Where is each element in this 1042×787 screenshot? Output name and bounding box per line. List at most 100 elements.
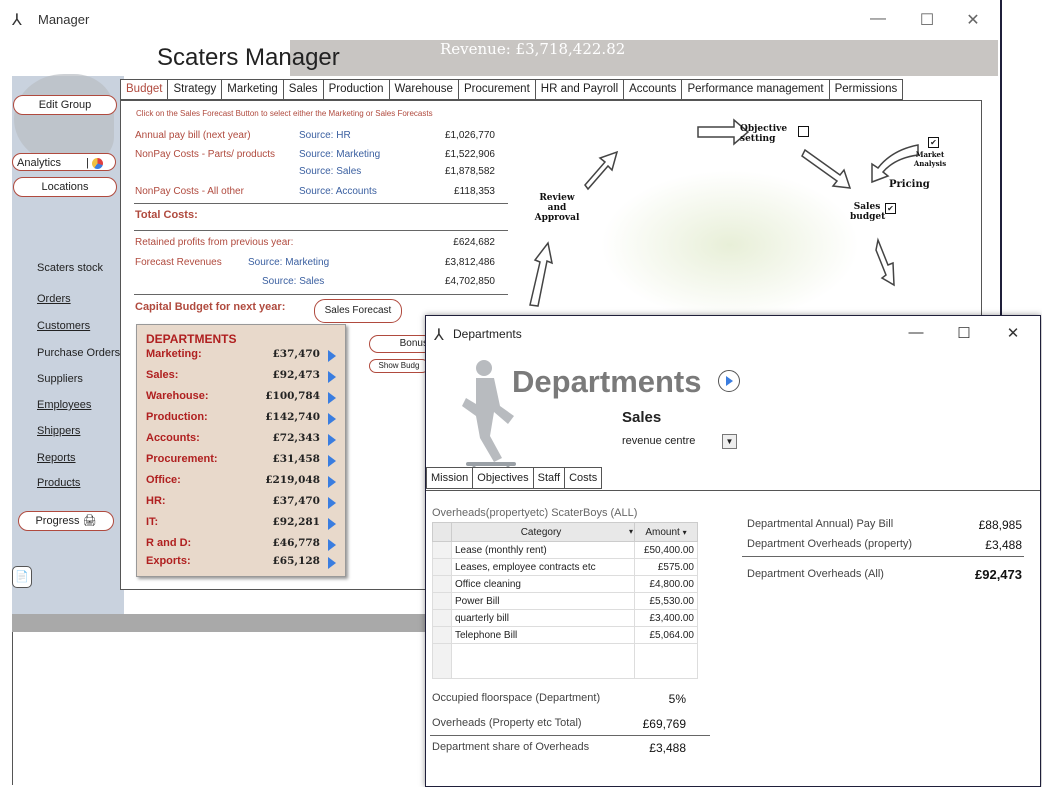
- tab-performance[interactable]: Performance management: [682, 79, 830, 100]
- nav-employees[interactable]: Employees: [37, 399, 91, 411]
- dept-row-production[interactable]: Production: £142,740: [146, 411, 342, 431]
- amount-cell[interactable]: £4,800.00: [634, 575, 698, 593]
- play-arrow-icon[interactable]: [328, 371, 336, 383]
- nav-purchase-orders[interactable]: Purchase Orders: [37, 347, 120, 359]
- departments-window-title: Departments: [453, 327, 522, 341]
- table-row[interactable]: Power Bill £5,530.00: [432, 592, 698, 610]
- tab-marketing[interactable]: Marketing: [222, 79, 284, 100]
- dept-row-hr[interactable]: HR: £37,470: [146, 495, 342, 515]
- row-selector[interactable]: [432, 609, 452, 627]
- category-cell[interactable]: Power Bill: [451, 592, 635, 610]
- tab-hr-payroll[interactable]: HR and Payroll: [535, 79, 625, 100]
- retained-label: Retained profits from previous year:: [135, 237, 294, 248]
- row-selector[interactable]: [432, 592, 452, 610]
- minimize-button[interactable]: —: [863, 10, 893, 28]
- dept-row-accounts[interactable]: Accounts: £72,343: [146, 432, 342, 452]
- progress-button[interactable]: Progress 🖨: [18, 511, 114, 531]
- play-arrow-icon[interactable]: [328, 497, 336, 509]
- bonus-button[interactable]: Bonus: [369, 335, 433, 353]
- table-row[interactable]: Lease (monthly rent) £50,400.00: [432, 541, 698, 559]
- dept-row-warehouse[interactable]: Warehouse: £100,784: [146, 390, 342, 410]
- sales-forecast-button[interactable]: Sales Forecast: [314, 299, 402, 323]
- amount-cell[interactable]: £575.00: [634, 558, 698, 576]
- dept-row-marketing[interactable]: Marketing: £37,470: [146, 348, 342, 368]
- edit-group-button[interactable]: Edit Group: [13, 95, 117, 115]
- play-arrow-icon[interactable]: [328, 350, 336, 362]
- notes-icon[interactable]: 📄: [12, 566, 32, 588]
- sales-budget-checkbox[interactable]: ✔: [885, 203, 896, 214]
- dept-row-exports[interactable]: Exports: £65,128: [146, 555, 342, 575]
- tab-permissions[interactable]: Permissions: [829, 79, 904, 100]
- category-cell[interactable]: Lease (monthly rent): [451, 541, 635, 559]
- grid-header-row: Category ▾ Amount ▾: [432, 522, 698, 542]
- row-selector: [432, 643, 452, 679]
- next-department-button[interactable]: [718, 370, 740, 392]
- tab-budget[interactable]: Budget: [120, 79, 169, 100]
- tab-procurement[interactable]: Procurement: [458, 79, 536, 100]
- amount-cell[interactable]: £5,064.00: [634, 626, 698, 644]
- dept-row-it[interactable]: IT: £92,281: [146, 516, 342, 536]
- objective-checkbox[interactable]: [798, 126, 809, 137]
- dept-row-r-and-d[interactable]: R and D: £46,778: [146, 537, 342, 557]
- category-column-header[interactable]: Category ▾: [451, 522, 635, 542]
- tab-mission[interactable]: Mission: [426, 467, 474, 489]
- tab-sales[interactable]: Sales: [283, 79, 324, 100]
- table-row[interactable]: Office cleaning £4,800.00: [432, 575, 698, 593]
- nav-reports[interactable]: Reports: [37, 452, 76, 464]
- play-arrow-icon[interactable]: [328, 539, 336, 551]
- table-row[interactable]: quarterly bill £3,400.00: [432, 609, 698, 627]
- table-row[interactable]: Leases, employee contracts etc £575.00: [432, 558, 698, 576]
- table-row[interactable]: Telephone Bill £5,064.00: [432, 626, 698, 644]
- empty-cell: [451, 643, 635, 679]
- analytics-button[interactable]: Analytics |: [12, 153, 116, 171]
- category-cell[interactable]: Office cleaning: [451, 575, 635, 593]
- tab-costs[interactable]: Costs: [564, 467, 603, 489]
- tab-staff[interactable]: Staff: [532, 467, 566, 489]
- maximize-button[interactable]: ☐: [912, 10, 942, 30]
- minimize-button[interactable]: —: [901, 324, 931, 341]
- nav-products[interactable]: Products: [37, 477, 80, 489]
- dept-value: £37,470: [272, 348, 321, 360]
- row-selector[interactable]: [432, 575, 452, 593]
- row-selector[interactable]: [432, 626, 452, 644]
- dept-row-procurement[interactable]: Procurement: £31,458: [146, 453, 342, 473]
- amount-header-label: Amount: [645, 526, 680, 538]
- row-selector[interactable]: [432, 541, 452, 559]
- tab-strategy[interactable]: Strategy: [168, 79, 223, 100]
- dept-row-sales[interactable]: Sales: £92,473: [146, 369, 342, 389]
- category-cell[interactable]: quarterly bill: [451, 609, 635, 627]
- nav-scaters-stock[interactable]: Scaters stock: [37, 262, 103, 274]
- tab-objectives[interactable]: Objectives: [472, 467, 534, 489]
- maximize-button[interactable]: ☐: [949, 324, 979, 342]
- nav-customers[interactable]: Customers: [37, 320, 90, 332]
- play-arrow-icon[interactable]: [328, 413, 336, 425]
- play-arrow-icon[interactable]: [328, 476, 336, 488]
- nav-orders[interactable]: Orders: [37, 293, 71, 305]
- dept-row-office[interactable]: Office: £219,048: [146, 474, 342, 494]
- category-cell[interactable]: Telephone Bill: [451, 626, 635, 644]
- play-arrow-icon[interactable]: [328, 434, 336, 446]
- amount-cell[interactable]: £3,400.00: [634, 609, 698, 627]
- amount-cell[interactable]: £50,400.00: [634, 541, 698, 559]
- category-cell[interactable]: Leases, employee contracts etc: [451, 558, 635, 576]
- amount-cell[interactable]: £5,530.00: [634, 592, 698, 610]
- tab-production[interactable]: Production: [323, 79, 390, 100]
- play-arrow-icon[interactable]: [328, 518, 336, 530]
- nav-suppliers[interactable]: Suppliers: [37, 373, 83, 385]
- play-arrow-icon[interactable]: [328, 455, 336, 467]
- chevron-down-icon[interactable]: ▾: [629, 527, 633, 536]
- play-arrow-icon[interactable]: [328, 557, 336, 569]
- amount-column-header[interactable]: Amount ▾: [634, 522, 698, 542]
- chevron-down-icon[interactable]: ▾: [683, 528, 687, 537]
- tab-accounts[interactable]: Accounts: [624, 79, 683, 100]
- market-analysis-checkbox[interactable]: ✔: [928, 137, 939, 148]
- department-type-dropdown[interactable]: ▼: [722, 434, 737, 449]
- tab-warehouse[interactable]: Warehouse: [389, 79, 459, 100]
- show-budget-button[interactable]: Show Budg: [369, 359, 429, 373]
- play-arrow-icon[interactable]: [328, 392, 336, 404]
- locations-button[interactable]: Locations: [13, 177, 117, 197]
- row-selector[interactable]: [432, 558, 452, 576]
- nav-shippers[interactable]: Shippers: [37, 425, 80, 437]
- close-button[interactable]: ✕: [998, 324, 1028, 342]
- close-button[interactable]: ✕: [958, 10, 988, 30]
